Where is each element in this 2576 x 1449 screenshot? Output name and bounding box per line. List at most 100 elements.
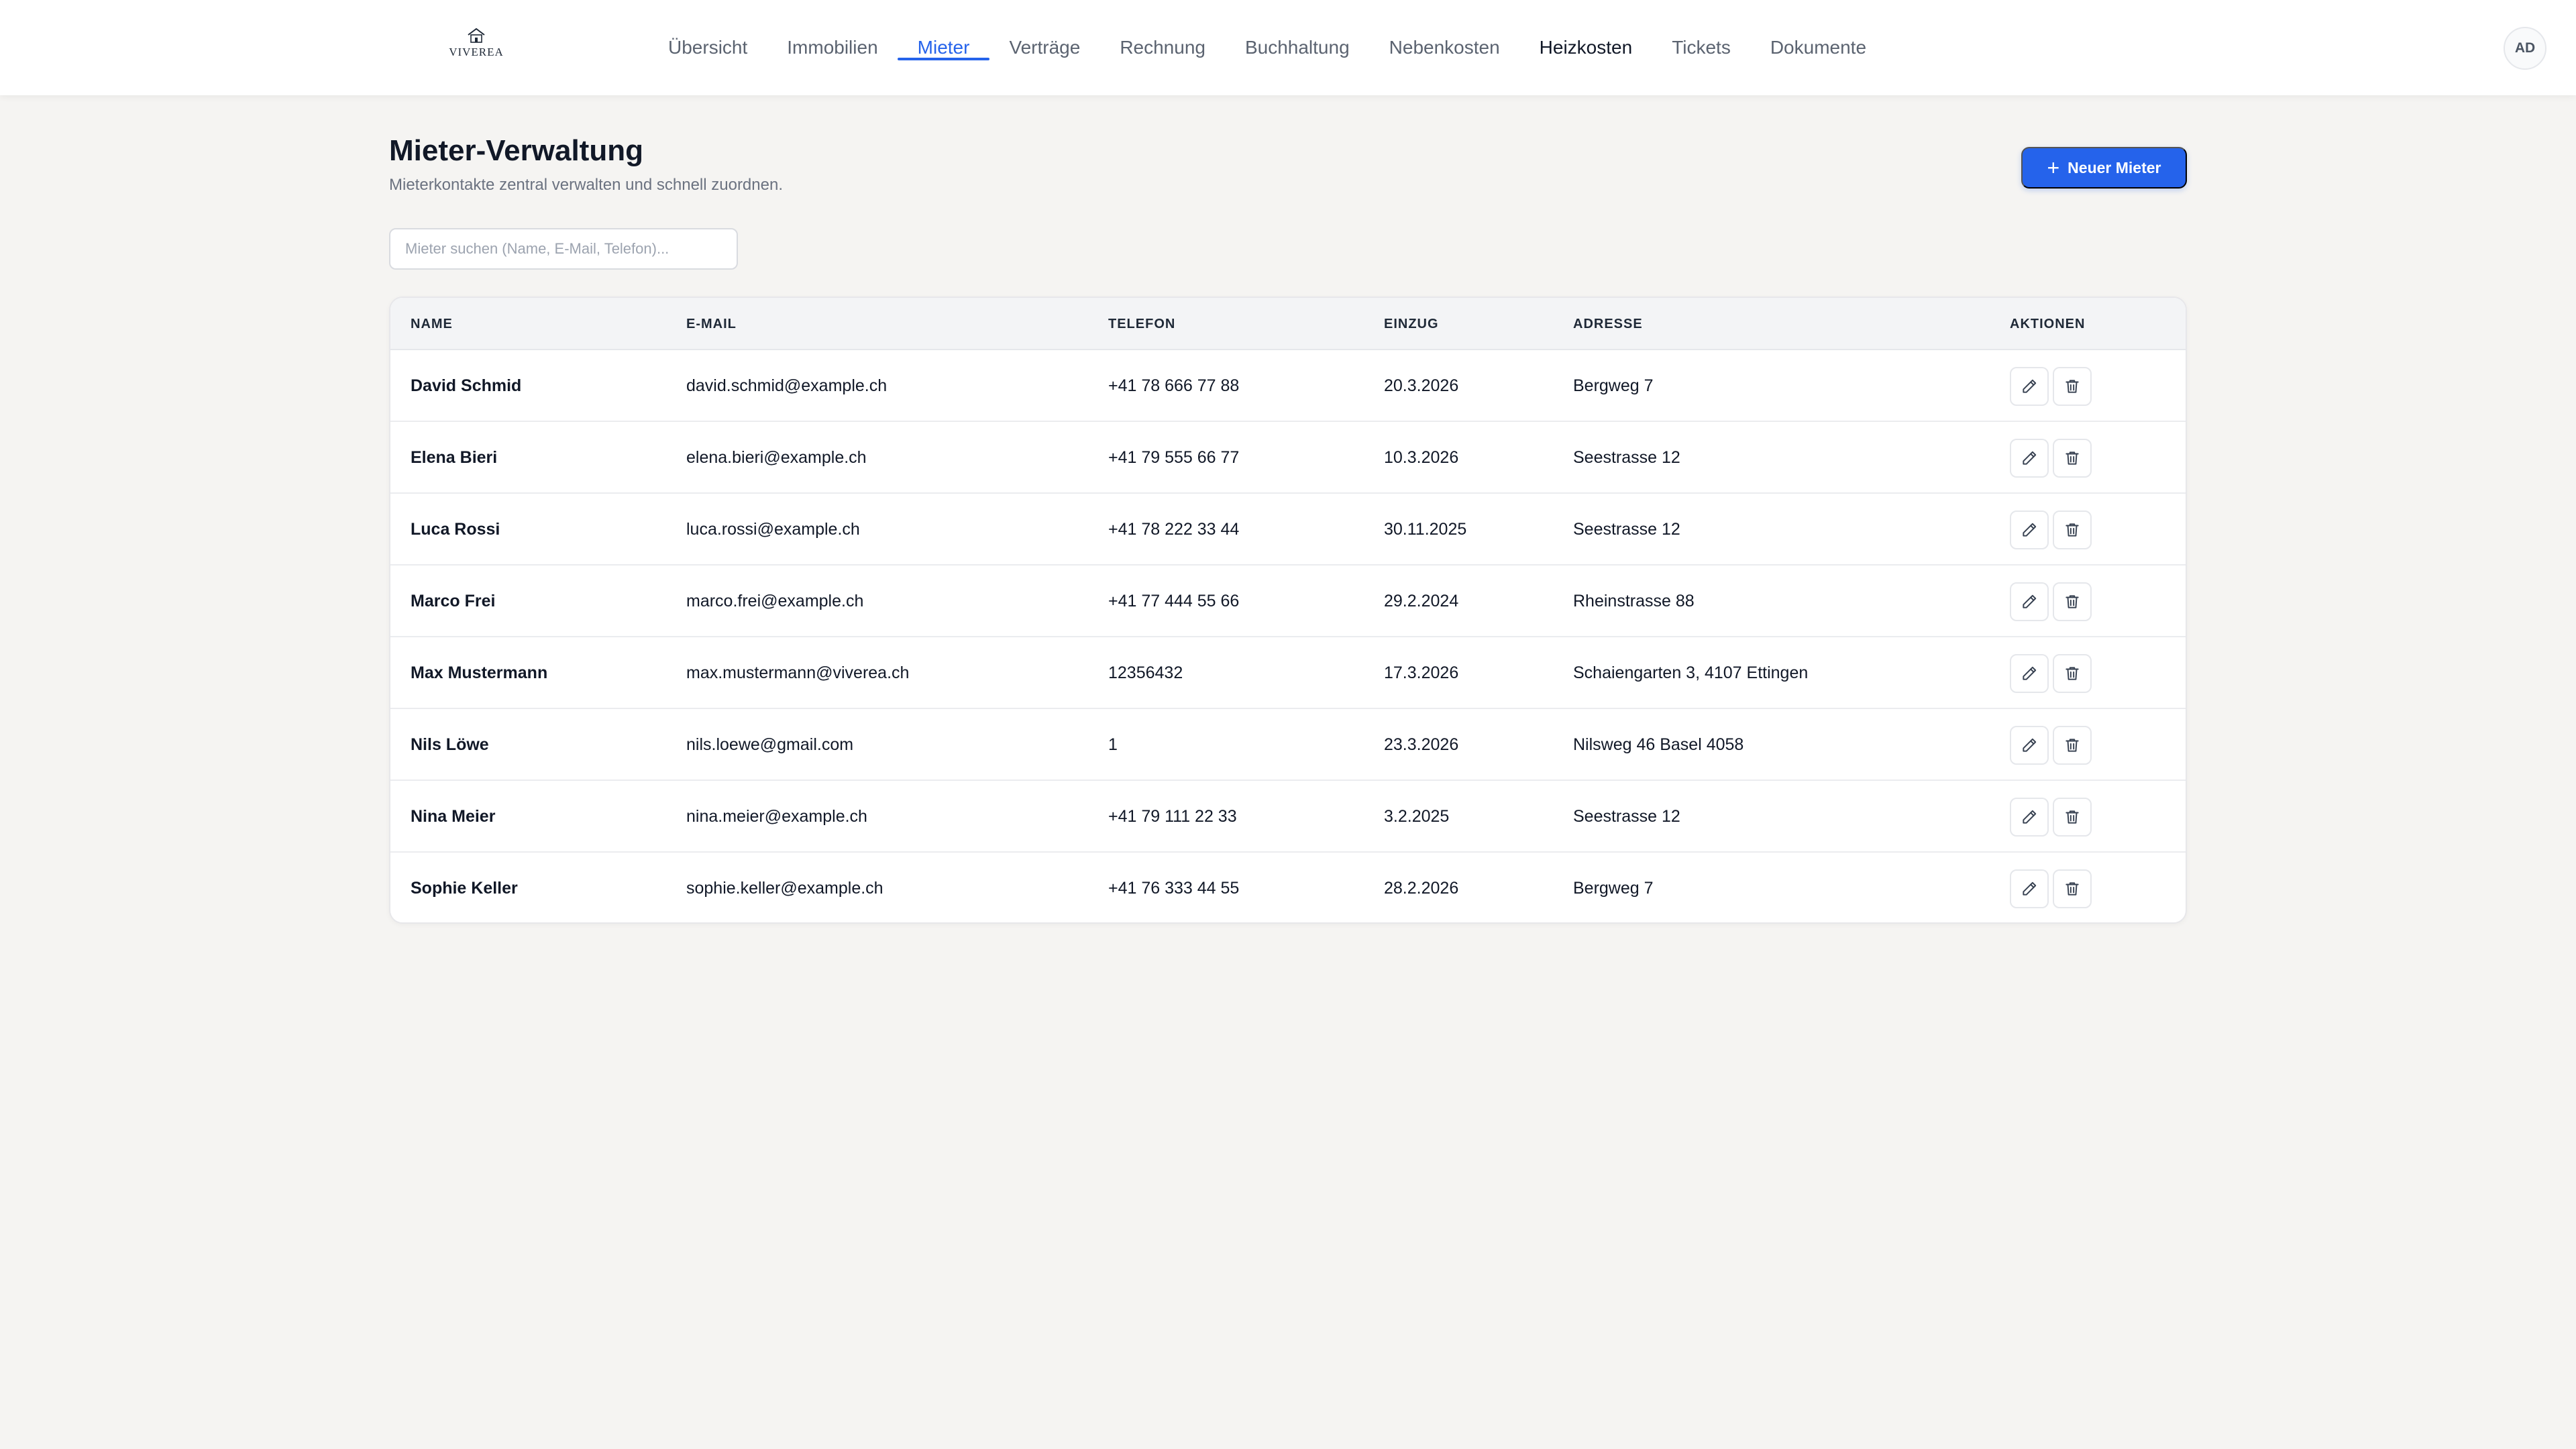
table-row[interactable]: Sophie Keller sophie.keller@example.ch +41… bbox=[390, 853, 2186, 922]
viverea-logo[interactable]: VIVEREA bbox=[449, 27, 503, 60]
row-actions bbox=[2010, 853, 2092, 922]
trash-icon bbox=[2063, 449, 2081, 467]
tenant-move-in-date: 30.11.2025 bbox=[1384, 520, 1467, 539]
delete-button[interactable] bbox=[2053, 438, 2092, 478]
edit-button[interactable] bbox=[2010, 366, 2049, 406]
tenant-name: Marco Frei bbox=[411, 592, 496, 610]
tenant-move-in-date: 20.3.2026 bbox=[1384, 376, 1459, 395]
edit-button[interactable] bbox=[2010, 725, 2049, 765]
page-title: Mieter-Verwaltung bbox=[389, 134, 643, 167]
trash-icon bbox=[2063, 665, 2081, 682]
column-header-phone[interactable]: TELEFON bbox=[1108, 298, 1175, 350]
tenant-phone: 1 bbox=[1108, 735, 1118, 754]
delete-button[interactable] bbox=[2053, 366, 2092, 406]
nav-item-tickets[interactable]: Tickets bbox=[1672, 0, 1731, 95]
delete-button[interactable] bbox=[2053, 869, 2092, 908]
tenant-email: nils.loewe@gmail.com bbox=[686, 735, 854, 754]
tenant-phone: +41 78 666 77 88 bbox=[1108, 376, 1240, 395]
table-header-row: NAME E-MAIL TELEFON EINZUG ADRESSE AKTIO… bbox=[390, 298, 2186, 350]
house-logo-icon bbox=[468, 28, 485, 43]
pencil-icon bbox=[2021, 593, 2038, 610]
table-row[interactable]: David Schmid david.schmid@example.ch +41 7… bbox=[390, 350, 2186, 422]
edit-button[interactable] bbox=[2010, 582, 2049, 621]
table-row[interactable]: Luca Rossi luca.rossi@example.ch +41 78 22… bbox=[390, 494, 2186, 566]
nav-item-nebenkosten[interactable]: Nebenkosten bbox=[1389, 0, 1500, 95]
edit-button[interactable] bbox=[2010, 438, 2049, 478]
edit-button[interactable] bbox=[2010, 869, 2049, 908]
tenant-move-in-date: 29.2.2024 bbox=[1384, 592, 1459, 610]
tenant-address: Seestrasse 12 bbox=[1573, 520, 1680, 539]
user-avatar[interactable]: AD bbox=[2504, 27, 2546, 70]
tenant-table: NAME E-MAIL TELEFON EINZUG ADRESSE AKTIO… bbox=[389, 297, 2187, 924]
row-actions bbox=[2010, 350, 2092, 422]
table-row[interactable]: Elena Bieri elena.bieri@example.ch +41 79 … bbox=[390, 422, 2186, 494]
table-row[interactable]: Marco Frei marco.frei@example.ch +41 77 44… bbox=[390, 566, 2186, 637]
delete-button[interactable] bbox=[2053, 653, 2092, 693]
nav-item-übersicht[interactable]: Übersicht bbox=[668, 0, 747, 95]
page-subtitle: Mieterkontakte zentral verwalten und sch… bbox=[389, 176, 783, 194]
tenant-address: Schaiengarten 3, 4107 Ettingen bbox=[1573, 663, 1809, 682]
delete-button[interactable] bbox=[2053, 510, 2092, 549]
row-actions bbox=[2010, 781, 2092, 853]
tenant-email: david.schmid@example.ch bbox=[686, 376, 888, 395]
table-row[interactable]: Max Mustermann max.mustermann@viverea.ch 1… bbox=[390, 637, 2186, 709]
nav-item-buchhaltung[interactable]: Buchhaltung bbox=[1245, 0, 1350, 95]
tenant-address: Seestrasse 12 bbox=[1573, 448, 1680, 467]
delete-button[interactable] bbox=[2053, 797, 2092, 837]
new-tenant-button[interactable]: + Neuer Mieter bbox=[2021, 147, 2187, 189]
trash-icon bbox=[2063, 378, 2081, 395]
tenant-email: nina.meier@example.ch bbox=[686, 807, 867, 826]
tenant-name: David Schmid bbox=[411, 376, 522, 395]
delete-button[interactable] bbox=[2053, 725, 2092, 765]
edit-button[interactable] bbox=[2010, 653, 2049, 693]
tenant-move-in-date: 10.3.2026 bbox=[1384, 448, 1459, 467]
column-header-email[interactable]: E-MAIL bbox=[686, 298, 737, 350]
trash-icon bbox=[2063, 593, 2081, 610]
nav-item-mieter[interactable]: Mieter bbox=[897, 0, 990, 95]
nav-item-dokumente[interactable]: Dokumente bbox=[1770, 0, 1866, 95]
tenant-phone: +41 78 222 33 44 bbox=[1108, 520, 1240, 539]
tenant-name: Sophie Keller bbox=[411, 879, 518, 898]
nav-item-immobilien[interactable]: Immobilien bbox=[787, 0, 877, 95]
table-row[interactable]: Nils Löwe nils.loewe@gmail.com 1 23.3.2026 N… bbox=[390, 709, 2186, 781]
tenant-address: Bergweg 7 bbox=[1573, 879, 1654, 898]
tenant-phone: +41 79 555 66 77 bbox=[1108, 448, 1240, 467]
tenant-phone: +41 77 444 55 66 bbox=[1108, 592, 1240, 610]
row-actions bbox=[2010, 709, 2092, 781]
pencil-icon bbox=[2021, 378, 2038, 395]
pencil-icon bbox=[2021, 880, 2038, 898]
tenant-email: luca.rossi@example.ch bbox=[686, 520, 860, 539]
nav-item-heizkosten[interactable]: Heizkosten bbox=[1540, 0, 1633, 95]
nav-item-verträge[interactable]: Verträge bbox=[1009, 0, 1080, 95]
column-header-actions: AKTIONEN bbox=[2010, 316, 2086, 331]
tenant-search-input[interactable] bbox=[389, 228, 738, 270]
column-header-address[interactable]: ADRESSE bbox=[1573, 298, 1643, 350]
tenant-move-in-date: 3.2.2025 bbox=[1384, 807, 1450, 826]
nav-item-rechnung[interactable]: Rechnung bbox=[1120, 0, 1205, 95]
top-navigation-bar: VIVEREA Übersicht Immobilien Mieter Verträg… bbox=[0, 0, 2576, 95]
table-body: David Schmid david.schmid@example.ch +41 7… bbox=[390, 350, 2186, 922]
tenant-phone: +41 79 111 22 33 bbox=[1108, 807, 1237, 826]
tenant-move-in-date: 17.3.2026 bbox=[1384, 663, 1459, 682]
table-row[interactable]: Nina Meier nina.meier@example.ch +41 79 11… bbox=[390, 781, 2186, 853]
new-tenant-button-label: Neuer Mieter bbox=[2068, 158, 2161, 176]
row-actions bbox=[2010, 566, 2092, 637]
row-actions bbox=[2010, 494, 2092, 566]
trash-icon bbox=[2063, 521, 2081, 539]
pencil-icon bbox=[2021, 449, 2038, 467]
tenant-name: Nils Löwe bbox=[411, 735, 489, 754]
tenant-name: Luca Rossi bbox=[411, 520, 500, 539]
delete-button[interactable] bbox=[2053, 582, 2092, 621]
column-header-name[interactable]: NAME bbox=[411, 298, 453, 350]
edit-button[interactable] bbox=[2010, 510, 2049, 549]
trash-icon bbox=[2063, 737, 2081, 754]
plus-icon: + bbox=[2047, 156, 2060, 180]
pencil-icon bbox=[2021, 665, 2038, 682]
main-nav: Übersicht Immobilien Mieter Verträge Rechnun… bbox=[668, 0, 1906, 95]
tenant-email: marco.frei@example.ch bbox=[686, 592, 864, 610]
tenant-email: max.mustermann@viverea.ch bbox=[686, 663, 910, 682]
column-header-move-in[interactable]: EINZUG bbox=[1384, 298, 1439, 350]
edit-button[interactable] bbox=[2010, 797, 2049, 837]
tenant-address: Seestrasse 12 bbox=[1573, 807, 1680, 826]
tenant-move-in-date: 23.3.2026 bbox=[1384, 735, 1459, 754]
